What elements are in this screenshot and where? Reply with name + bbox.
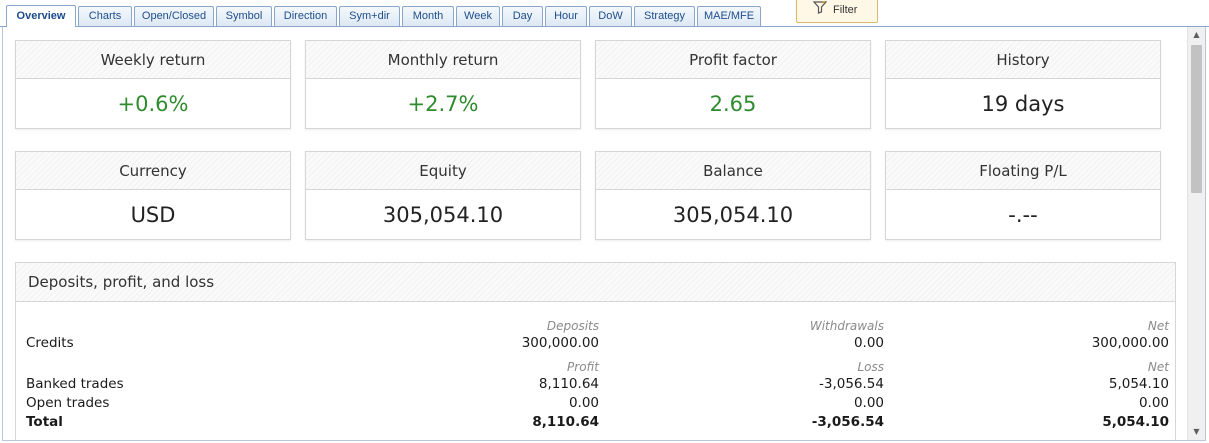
tab-week[interactable]: Week [456, 6, 500, 26]
scroll-thumb[interactable] [1191, 45, 1202, 193]
deposits-panel: Deposits, profit, and loss Deposits With… [15, 262, 1177, 440]
tab-overview[interactable]: Overview [6, 5, 76, 27]
header-withdrawals: Withdrawals [809, 319, 884, 333]
card-profit-factor: Profit factor 2.65 [595, 40, 871, 129]
scroll-up-arrow-icon[interactable]: ▲ [1188, 27, 1205, 43]
tab-sym-dir[interactable]: Sym+dir [339, 6, 400, 26]
row-label: Open trades [26, 395, 110, 411]
tab-hour[interactable]: Hour [545, 6, 587, 26]
card-equity: Equity 305,054.10 [305, 151, 581, 240]
cell-net: 5,054.10 [1102, 414, 1169, 430]
header-net: Net [1147, 360, 1169, 374]
cell-loss: -3,056.54 [811, 414, 884, 430]
table-row-total: Total 8,110.64 -3,056.54 5,054.10 [16, 413, 1177, 432]
scroll-down-arrow-icon[interactable]: ▼ [1188, 424, 1205, 440]
cell-profit: 0.00 [568, 395, 599, 411]
cell-loss: -3,056.54 [819, 376, 884, 392]
cell-profit: 8,110.64 [532, 414, 599, 430]
card-value: 305,054.10 [382, 203, 504, 227]
card-value: -.-- [1008, 203, 1038, 227]
header-profit: Profit [567, 360, 599, 374]
card-title: Profit factor [596, 41, 870, 79]
cell-profit: 8,110.64 [538, 376, 599, 392]
content-frame: Weekly return +0.6% Monthly return +2.7%… [2, 27, 1206, 441]
card-value: 305,054.10 [672, 203, 794, 227]
header-loss: Loss [857, 360, 884, 374]
filter-button[interactable]: Filter [796, 0, 878, 23]
filter-icon [812, 0, 828, 17]
card-value: USD [130, 203, 176, 227]
table-row-credits: Credits 300,000.00 0.00 300,000.00 [16, 334, 1177, 353]
filter-button-label: Filter [833, 4, 858, 16]
card-balance: Balance 305,054.10 [595, 151, 871, 240]
row-label: Total [26, 414, 63, 430]
tab-dow[interactable]: DoW [589, 6, 632, 26]
card-value: +0.6% [117, 92, 189, 116]
card-title: Equity [306, 152, 580, 190]
card-title: Balance [596, 152, 870, 190]
cell-net: 0.00 [1138, 395, 1169, 411]
tab-day[interactable]: Day [502, 6, 543, 26]
vertical-scrollbar[interactable]: ▲ ▼ [1187, 27, 1205, 440]
card-title: Floating P/L [886, 152, 1160, 190]
cell-net: 5,054.10 [1108, 376, 1169, 392]
table-row-open-trades: Open trades 0.00 0.00 0.00 [16, 394, 1177, 413]
card-title: Monthly return [306, 41, 580, 79]
tab-mae-mfe[interactable]: MAE/MFE [697, 6, 761, 26]
card-weekly-return: Weekly return +0.6% [15, 40, 291, 129]
tab-charts[interactable]: Charts [78, 6, 132, 26]
tab-bar: Overview Charts Open/Closed Symbol Direc… [0, 0, 1209, 27]
card-value: +2.7% [407, 92, 479, 116]
cell-net: 300,000.00 [1091, 335, 1169, 351]
row-label: Credits [26, 335, 74, 351]
trades-header-row: Profit Loss Net [16, 359, 1177, 375]
card-value: 19 days [981, 92, 1065, 116]
card-monthly-return: Monthly return +2.7% [305, 40, 581, 129]
table-row-banked-trades: Banked trades 8,110.64 -3,056.54 5,054.1… [16, 375, 1177, 394]
row-label: Banked trades [26, 376, 124, 392]
cell-deposits: 300,000.00 [521, 335, 599, 351]
tab-strategy[interactable]: Strategy [634, 6, 695, 26]
card-title: History [886, 41, 1160, 79]
tab-month[interactable]: Month [402, 6, 454, 26]
panel-title: Deposits, profit, and loss [16, 263, 1175, 302]
tab-open-closed[interactable]: Open/Closed [134, 6, 214, 26]
card-history: History 19 days [885, 40, 1161, 129]
credits-header-row: Deposits Withdrawals Net [16, 318, 1177, 334]
card-title: Weekly return [16, 41, 290, 79]
cell-withdrawals: 0.00 [853, 335, 884, 351]
header-deposits: Deposits [546, 319, 599, 333]
card-title: Currency [16, 152, 290, 190]
card-value: 2.65 [709, 92, 757, 116]
tab-symbol[interactable]: Symbol [216, 6, 272, 26]
tab-direction[interactable]: Direction [274, 6, 337, 26]
card-currency: Currency USD [15, 151, 291, 240]
cell-loss: 0.00 [853, 395, 884, 411]
card-floating-pl: Floating P/L -.-- [885, 151, 1161, 240]
header-net: Net [1147, 319, 1169, 333]
